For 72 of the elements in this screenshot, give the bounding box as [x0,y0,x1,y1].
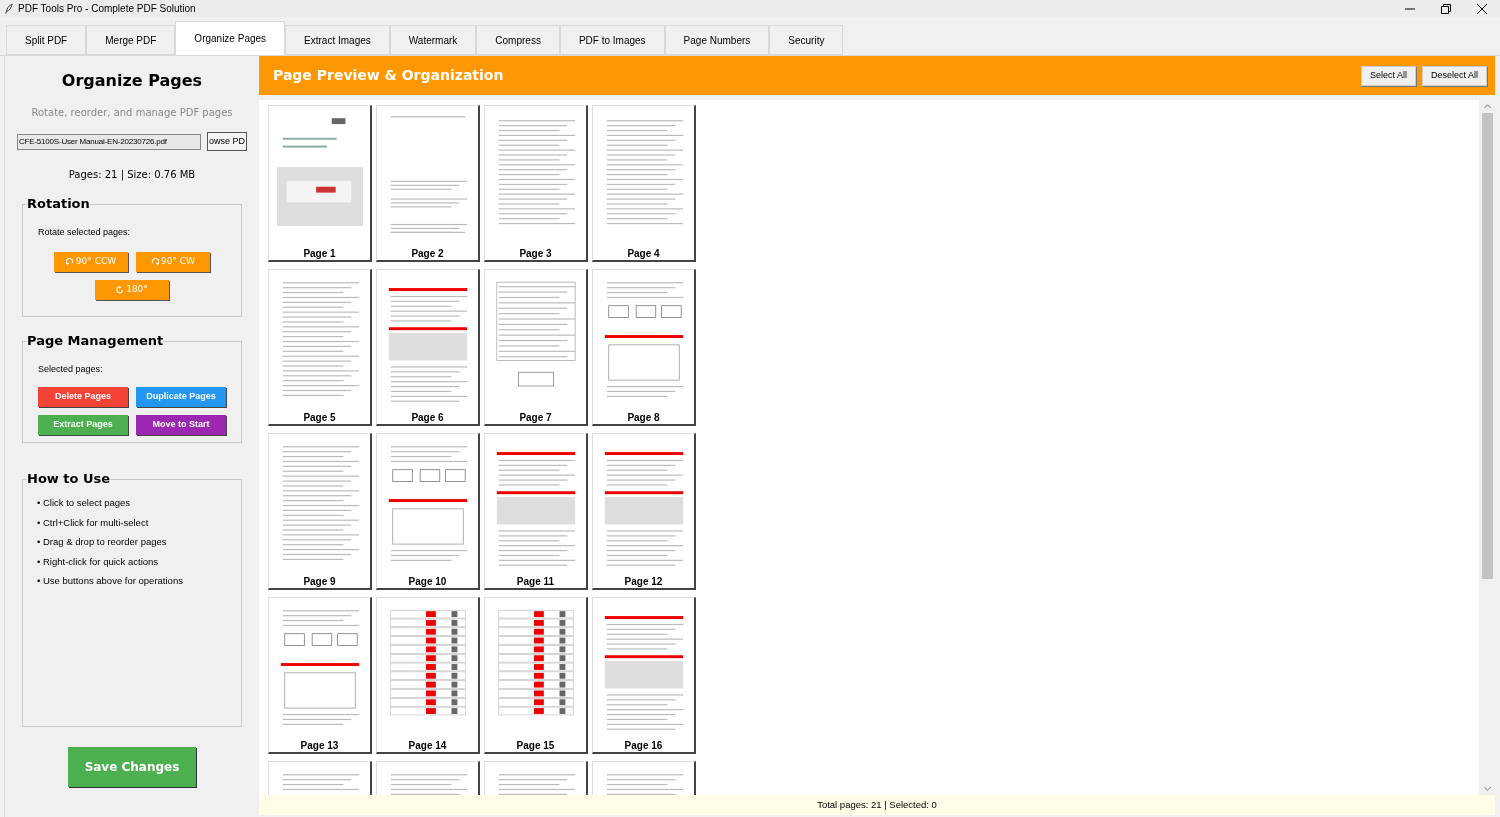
panel-subtitle: Rotate, reorder, and manage PDF pages [30,106,234,120]
page-label: Page 6 [411,411,444,425]
page-card[interactable]: Page 1 [268,105,372,262]
browse-button[interactable]: owse PD [207,132,247,151]
page-card[interactable]: Page 16 [592,597,696,754]
page-card[interactable]: Page 14 [376,597,480,754]
file-path-field[interactable]: CFE-5100S-User Manual-EN-20230726.pdf [17,133,201,150]
page-card[interactable]: Page 4 [592,105,696,262]
page-label: Page 9 [303,575,336,589]
page-card[interactable]: Page 3 [484,105,588,262]
rotate-label: 90° CCW [75,254,117,268]
page-label: Page 5 [303,411,336,425]
page-label: Page 8 [627,411,660,425]
rotation-label: Rotate selected pages: [38,226,132,239]
page-card[interactable]: Page 15 [484,597,588,754]
tab[interactable]: Organize Pages [175,21,286,55]
page-card[interactable]: Page 9 [268,433,372,590]
page-card[interactable]: Page 6 [376,269,480,426]
instruction-text: • Drag & drop to reorder pages [37,535,168,549]
tab[interactable]: PDF to Images [559,25,665,55]
selection-button[interactable]: Deselect All [1421,65,1487,86]
page-label: Page 4 [627,247,660,261]
page-card[interactable]: Page 5 [268,269,372,426]
restore-icon [1441,3,1451,14]
scrollbar-thumb[interactable] [1481,113,1493,579]
scroll-down-icon [1483,787,1491,791]
rotate-icon [116,285,125,294]
page-label: Page 13 [300,739,339,753]
tab[interactable]: Security [769,25,844,55]
file-info: Pages: 21 | Size: 0.76 MB [67,168,197,182]
page-label: Page 2 [411,247,444,261]
close-icon [1477,3,1487,14]
tab[interactable]: Compress [476,25,560,55]
page-card[interactable]: Page 8 [592,269,696,426]
page-label: Page 14 [408,739,447,753]
page-action-button[interactable]: Move to Start [136,414,226,435]
tab[interactable]: Page Numbers [664,25,770,55]
rotate-label: 180° [126,282,148,296]
selection-button[interactable]: Select All [1360,65,1416,86]
rotate-label: 90° CW [161,254,195,268]
instruction-text: • Right-click for quick actions [37,554,160,568]
page-label: Page 1 [303,247,336,261]
page-label: Page 12 [624,575,663,589]
page-label: Page 7 [519,411,552,425]
page-label: Page 16 [624,739,663,753]
preview-title: Page Preview & Organization [273,66,504,85]
tab[interactable]: Merge PDF [86,25,176,55]
status-text: Total pages: 21 | Selected: 0 [817,797,937,812]
page-label: Page 15 [516,739,555,753]
page-card[interactable]: Page 12 [592,433,696,590]
tab[interactable]: Extract Images [285,25,390,55]
scroll-up-icon [1483,104,1491,108]
rotate-right-icon [151,257,159,266]
instruction-text: • Use buttons above for operations [37,574,184,588]
page-label: Page 3 [519,247,552,261]
instruction-text: • Ctrl+Click for multi-select [37,515,150,529]
selection-label: Selected pages: [38,363,104,376]
page-card[interactable]: Page 2 [376,105,480,262]
rotate-left-icon [65,257,74,266]
panel-title: Organize Pages [60,70,204,92]
page-card[interactable]: Page 11 [484,433,588,590]
window-title: PDF Tools Pro - Complete PDF Solution [18,2,196,16]
page-label: Page 11 [516,575,555,589]
tab[interactable]: Watermark [389,25,477,55]
page-card[interactable]: Page 13 [268,597,372,754]
page-card[interactable]: Page 7 [484,269,588,426]
tab[interactable]: Split PDF [6,25,87,55]
page-label: Page 10 [408,575,447,589]
instruction-text: • Click to select pages [37,496,132,510]
page-action-button[interactable]: Delete Pages [38,386,128,407]
page-card[interactable]: Page 10 [376,433,480,590]
feather-icon [5,2,13,15]
